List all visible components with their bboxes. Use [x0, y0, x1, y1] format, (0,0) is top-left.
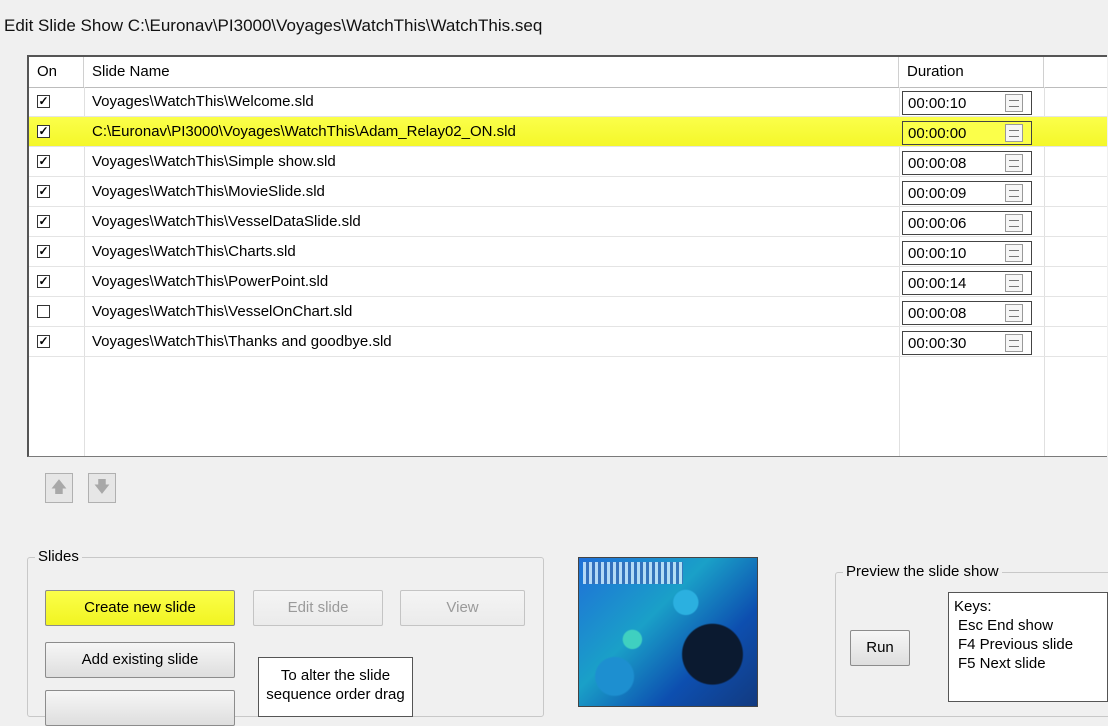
slide-list[interactable]: On Slide Name Duration ✓ Voyages\WatchThi…: [27, 55, 1107, 457]
keys-box: Keys: Esc End show F4 Previous slide F5 …: [948, 592, 1108, 702]
key-f5: F5 Next slide: [958, 655, 1046, 672]
duration-value: 00:00:08: [908, 305, 967, 322]
reorder-hint-box: To alter the slide sequence order drag: [258, 657, 413, 717]
table-row[interactable]: ✓ Voyages\WatchThis\MovieSlide.sld 00:00:0…: [29, 177, 1107, 207]
enabled-checkbox[interactable]: ✓: [37, 215, 50, 228]
table-row[interactable]: ✓ Voyages\WatchThis\Thanks and goodbye.sl…: [29, 327, 1107, 357]
slide-name: C:\Euronav\PI3000\Voyages\WatchThis\Adam…: [92, 123, 516, 140]
header-on[interactable]: On: [29, 57, 84, 87]
table-row[interactable]: ✓ Voyages\WatchThis\PowerPoint.sld 00:00:1…: [29, 267, 1107, 297]
enabled-checkbox[interactable]: ✓: [37, 95, 50, 108]
duration-value: 00:00:08: [908, 155, 967, 172]
table-row[interactable]: ✓ Voyages\WatchThis\VesselDataSlide.sld 00…: [29, 207, 1107, 237]
header-duration[interactable]: Duration: [899, 57, 1044, 87]
key-esc: Esc End show: [958, 617, 1054, 634]
duration-value: 00:00:10: [908, 245, 967, 262]
duration-field[interactable]: 00:00:10: [902, 241, 1032, 265]
duration-spinner[interactable]: [1005, 274, 1023, 292]
edit-slide-button[interactable]: Edit slide: [253, 590, 383, 626]
table-row[interactable]: Voyages\WatchThis\VesselOnChart.sld 00:00…: [29, 297, 1107, 327]
list-header: On Slide Name Duration: [29, 57, 1107, 88]
table-row[interactable]: ✓ Voyages\WatchThis\Welcome.sld 00:00:10: [29, 87, 1107, 117]
duration-spinner[interactable]: [1005, 154, 1023, 172]
duration-spinner[interactable]: [1005, 124, 1023, 142]
view-button[interactable]: View: [400, 590, 525, 626]
enabled-checkbox[interactable]: ✓: [37, 155, 50, 168]
slide-name: Voyages\WatchThis\PowerPoint.sld: [92, 273, 329, 290]
move-down-button[interactable]: 🡇: [88, 473, 116, 503]
table-row[interactable]: ✓ Voyages\WatchThis\Charts.sld 00:00:10: [29, 237, 1107, 267]
duration-field[interactable]: 00:00:08: [902, 301, 1032, 325]
enabled-checkbox[interactable]: ✓: [37, 335, 50, 348]
duration-spinner[interactable]: [1005, 334, 1023, 352]
slide-name: Voyages\WatchThis\VesselDataSlide.sld: [92, 213, 361, 230]
duration-field[interactable]: 00:00:09: [902, 181, 1032, 205]
duration-spinner[interactable]: [1005, 244, 1023, 262]
duration-spinner[interactable]: [1005, 214, 1023, 232]
duration-spinner[interactable]: [1005, 94, 1023, 112]
slide-name: Voyages\WatchThis\VesselOnChart.sld: [92, 303, 353, 320]
duration-value: 00:00:10: [908, 95, 967, 112]
move-up-button[interactable]: 🡅: [45, 473, 73, 503]
enabled-checkbox[interactable]: ✓: [37, 275, 50, 288]
slide-name: Voyages\WatchThis\MovieSlide.sld: [92, 183, 325, 200]
duration-field[interactable]: 00:00:08: [902, 151, 1032, 175]
duration-field[interactable]: 00:00:00: [902, 121, 1032, 145]
additional-button[interactable]: [45, 690, 235, 726]
slide-name: Voyages\WatchThis\Welcome.sld: [92, 93, 314, 110]
preview-group-title: Preview the slide show: [843, 563, 1002, 580]
enabled-checkbox[interactable]: [37, 305, 50, 318]
duration-spinner[interactable]: [1005, 304, 1023, 322]
duration-value: 00:00:30: [908, 335, 967, 352]
run-button[interactable]: Run: [850, 630, 910, 666]
add-existing-slide-button[interactable]: Add existing slide: [45, 642, 235, 678]
slides-group-title: Slides: [35, 548, 82, 565]
create-new-slide-button[interactable]: Create new slide: [45, 590, 235, 626]
duration-spinner[interactable]: [1005, 184, 1023, 202]
keys-title: Keys:: [954, 598, 992, 615]
duration-field[interactable]: 00:00:30: [902, 331, 1032, 355]
enabled-checkbox[interactable]: ✓: [37, 245, 50, 258]
duration-value: 00:00:06: [908, 215, 967, 232]
table-row[interactable]: ✓ Voyages\WatchThis\Simple show.sld 00:00:…: [29, 147, 1107, 177]
arrow-up-icon: 🡅: [50, 479, 68, 496]
slide-name: Voyages\WatchThis\Charts.sld: [92, 243, 296, 260]
slide-name: Voyages\WatchThis\Simple show.sld: [92, 153, 336, 170]
duration-value: 00:00:09: [908, 185, 967, 202]
duration-field[interactable]: 00:00:14: [902, 271, 1032, 295]
header-slide-name[interactable]: Slide Name: [84, 57, 899, 87]
duration-field[interactable]: 00:00:10: [902, 91, 1032, 115]
arrow-down-icon: 🡇: [93, 479, 111, 496]
slide-name: Voyages\WatchThis\Thanks and goodbye.sld: [92, 333, 392, 350]
window-title: Edit Slide Show C:\Euronav\PI3000\Voyage…: [4, 16, 543, 35]
key-f4: F4 Previous slide: [958, 636, 1074, 653]
slide-preview-thumbnail: [578, 557, 758, 707]
enabled-checkbox[interactable]: ✓: [37, 125, 50, 138]
duration-value: 00:00:00: [908, 125, 967, 142]
table-row[interactable]: ✓ C:\Euronav\PI3000\Voyages\WatchThis\Ada…: [29, 117, 1107, 147]
duration-field[interactable]: 00:00:06: [902, 211, 1032, 235]
duration-value: 00:00:14: [908, 275, 967, 292]
enabled-checkbox[interactable]: ✓: [37, 185, 50, 198]
